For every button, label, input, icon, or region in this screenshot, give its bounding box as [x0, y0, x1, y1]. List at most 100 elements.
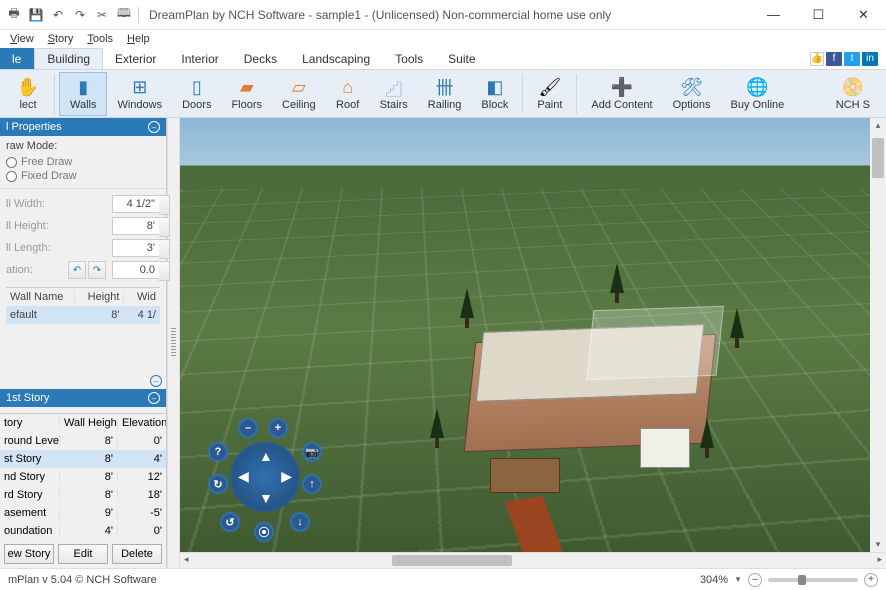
linkedin-icon[interactable]: in [862, 52, 878, 66]
menu-tools[interactable]: Tools [87, 33, 113, 45]
pan-left-icon[interactable]: ◀ [238, 468, 249, 485]
roof-button[interactable]: ⌂ Roof [326, 72, 370, 116]
twitter-icon[interactable]: t [844, 52, 860, 66]
zoom-slider[interactable] [768, 578, 858, 582]
table-row[interactable]: st Story8'4' [0, 450, 166, 468]
railing-icon: 卌 [434, 76, 456, 98]
rotate-ccw-icon[interactable]: ↺ [220, 512, 240, 532]
doors-button[interactable]: ▯ Doors [172, 72, 221, 116]
zoom-out-icon[interactable]: – [238, 418, 258, 438]
cut-icon[interactable]: ✂ [94, 7, 110, 23]
tree[interactable] [730, 308, 744, 348]
new-story-button[interactable]: ew Story [4, 544, 54, 564]
tab-interior[interactable]: Interior [169, 48, 231, 69]
windows-button[interactable]: ⊞ Windows [107, 72, 172, 116]
fixed-draw-radio[interactable]: Fixed Draw [6, 170, 160, 182]
wall-width-input[interactable]: 4 1/2" [112, 195, 160, 213]
tilt-up-icon[interactable]: ↑ [302, 474, 322, 494]
free-draw-radio[interactable]: Free Draw [6, 156, 160, 168]
zoom-in-button[interactable]: + [864, 573, 878, 587]
wall-properties-header[interactable]: l Properties – [0, 118, 166, 136]
save-icon[interactable]: 💾 [28, 7, 44, 23]
pan-right-icon[interactable]: ▶ [281, 468, 292, 485]
table-row[interactable]: rd Story8'18' [0, 486, 166, 504]
edit-story-button[interactable]: Edit [58, 544, 108, 564]
tab-landscaping[interactable]: Landscaping [290, 48, 383, 69]
minimize-button[interactable]: — [751, 1, 796, 29]
tab-decks[interactable]: Decks [232, 48, 290, 69]
reset-view-icon[interactable]: ⦿ [254, 522, 274, 542]
rotate-cw-icon[interactable]: ↻ [208, 474, 228, 494]
tree[interactable] [610, 263, 624, 303]
close-button[interactable]: ✕ [841, 1, 886, 29]
nch-suite-button[interactable]: 📀 NCH S [826, 72, 880, 116]
ceiling-button[interactable]: ▱ Ceiling [272, 72, 326, 116]
tree[interactable] [700, 418, 714, 458]
paint-button[interactable]: 🖌 Paint [527, 72, 572, 116]
tab-exterior[interactable]: Exterior [103, 48, 169, 69]
tab-suite[interactable]: Suite [436, 48, 488, 69]
thumbs-icon[interactable]: 👍 [810, 52, 824, 66]
col-wall-name[interactable]: Wall Name [6, 291, 75, 303]
wall-length-input[interactable]: 3' [112, 239, 160, 257]
undo-icon[interactable]: ↶ [50, 7, 66, 23]
facebook-icon[interactable]: f [826, 52, 842, 66]
col-elevation[interactable]: Elevation [118, 417, 166, 429]
menu-story[interactable]: Story [48, 33, 74, 45]
panel-splitter[interactable] [167, 118, 180, 568]
tree[interactable] [460, 288, 474, 328]
tab-building[interactable]: Building [34, 48, 103, 69]
railing-button[interactable]: 卌 Railing [418, 72, 472, 116]
pan-down-icon[interactable]: ▼ [259, 490, 273, 506]
zoom-in-icon[interactable]: + [268, 418, 288, 438]
print-icon[interactable]: 🖶 [6, 7, 22, 23]
menu-view[interactable]: View [10, 33, 34, 45]
floors-button[interactable]: ▰ Floors [221, 72, 272, 116]
tree[interactable] [430, 408, 444, 448]
maximize-button[interactable]: ☐ [796, 1, 841, 29]
3d-viewport[interactable]: ▲ ▼ ◀ ▶ – + ? 📷 ↻ ↑ ↺ ↓ ⦿ [180, 118, 886, 552]
story-header[interactable]: 1st Story – [0, 389, 166, 407]
divider [138, 7, 139, 23]
wall-height-input[interactable]: 8' [112, 217, 160, 235]
tilt-down-icon[interactable]: ↓ [290, 512, 310, 532]
table-row[interactable]: nd Story8'12' [0, 468, 166, 486]
camera-icon[interactable]: 📷 [302, 442, 322, 462]
col-story[interactable]: tory [0, 417, 60, 429]
table-row[interactable]: oundation4'0' [0, 522, 166, 540]
col-width[interactable]: Wid [124, 291, 160, 303]
menu-help[interactable]: Help [127, 33, 150, 45]
house-model[interactable] [460, 308, 720, 478]
tab-tools[interactable]: Tools [383, 48, 436, 69]
walls-button[interactable]: ▮ Walls [59, 72, 107, 116]
add-content-button[interactable]: ➕ Add Content [581, 72, 662, 116]
block-button[interactable]: ◧ Block [471, 72, 518, 116]
pan-up-icon[interactable]: ▲ [259, 448, 273, 464]
expand-icon[interactable]: – [150, 375, 162, 387]
rotate-left-icon[interactable]: ↶ [68, 261, 86, 279]
col-wall-height[interactable]: Wall Height [60, 417, 118, 429]
select-button[interactable]: ✋ lect [6, 72, 50, 116]
collapse-icon[interactable]: – [148, 392, 160, 404]
redo-icon[interactable]: ↷ [72, 7, 88, 23]
tab-file[interactable]: le [0, 48, 34, 69]
buy-online-label: Buy Online [730, 99, 784, 111]
help-icon[interactable]: 🕮 [116, 7, 132, 23]
collapse-icon[interactable]: – [148, 121, 160, 133]
table-row[interactable]: asement9'-5' [0, 504, 166, 522]
options-button[interactable]: 🛠 Options [663, 72, 721, 116]
col-height[interactable]: Height [75, 291, 124, 303]
table-row[interactable]: round Level8'0' [0, 432, 166, 450]
table-row[interactable]: efault 8' 4 1/ [6, 306, 160, 324]
stairs-button[interactable]: 𓊍 Stairs [370, 72, 418, 116]
help-nav-icon[interactable]: ? [208, 442, 228, 462]
buy-online-button[interactable]: 🌐 Buy Online [720, 72, 794, 116]
wall-length-label: ll Length: [6, 242, 112, 254]
viewport-scrollbar-horizontal[interactable] [180, 552, 886, 568]
navigation-wheel[interactable]: ▲ ▼ ◀ ▶ – + ? 📷 ↻ ↑ ↺ ↓ ⦿ [210, 422, 320, 532]
zoom-out-button[interactable]: – [748, 573, 762, 587]
delete-story-button[interactable]: Delete [112, 544, 162, 564]
rotate-right-icon[interactable]: ↷ [88, 261, 106, 279]
viewport-scrollbar-vertical[interactable] [870, 118, 886, 552]
rotation-input[interactable]: 0.0 [112, 261, 160, 279]
